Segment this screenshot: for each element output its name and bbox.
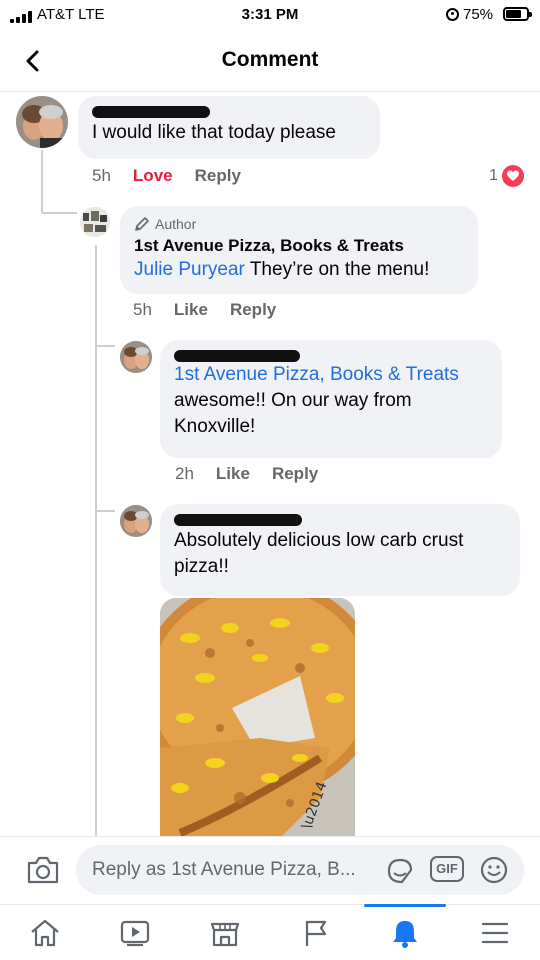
mention-link[interactable]: 1st Avenue Pizza, Books & Treats [174, 364, 459, 385]
thread-line [41, 150, 43, 212]
redacted-author-name [174, 514, 506, 528]
comment-text: Absolutely delicious low carb crust pizz… [174, 530, 464, 577]
sticker-icon[interactable] [385, 857, 415, 885]
comment-text: They’re on the menu! [244, 259, 430, 280]
battery-percent: 75% [463, 6, 494, 23]
comment-bubble[interactable]: 1st Avenue Pizza, Books & Treats awesome… [160, 340, 502, 458]
bottom-nav [0, 904, 540, 960]
comment-actions: 5h Like Reply [133, 300, 276, 320]
nav-marketplace[interactable] [180, 905, 270, 960]
nav-pages[interactable] [270, 905, 360, 960]
pages-flag-icon [305, 920, 327, 946]
thread-line [95, 510, 115, 512]
like-button[interactable]: Like [174, 300, 208, 320]
gif-icon[interactable]: GIF [430, 856, 464, 882]
avatar[interactable] [120, 505, 152, 537]
page-avatar[interactable] [80, 207, 110, 237]
reply-button[interactable]: Reply [230, 300, 276, 320]
emoji-icon[interactable] [479, 855, 509, 885]
thread-line [95, 245, 97, 845]
battery-icon [503, 7, 532, 21]
pizza-photo[interactable]: \u2014 [160, 598, 355, 838]
comment-time: 5h [92, 166, 111, 185]
marketplace-icon [210, 922, 240, 947]
nav-notifications[interactable] [360, 904, 450, 960]
camera-icon[interactable] [26, 855, 60, 885]
notifications-bell-icon [393, 921, 417, 948]
love-reaction-button[interactable]: Love [133, 166, 173, 186]
avatar[interactable] [16, 96, 68, 148]
clock: 3:31 PM [241, 6, 299, 23]
comment-text: I would like that today please [92, 122, 336, 143]
thread-line [95, 345, 115, 347]
thread-line [41, 212, 77, 214]
nav-watch[interactable] [90, 905, 180, 960]
author-badge: Author [134, 215, 464, 233]
nav-menu[interactable] [450, 905, 540, 960]
comment-actions: 2h Like Reply [175, 464, 318, 484]
heart-icon [502, 165, 524, 187]
header: Comment [0, 30, 540, 92]
reaction-count[interactable]: 1 [489, 165, 524, 187]
like-button[interactable]: Like [216, 464, 250, 484]
comment-author[interactable]: 1st Avenue Pizza, Books & Treats [134, 235, 464, 257]
reply-bar: GIF [0, 836, 540, 904]
comment-bubble[interactable]: Absolutely delicious low carb crust pizz… [160, 504, 520, 596]
nav-home[interactable] [0, 905, 90, 960]
status-bar: AT&T LTE 3:31 PM 75% [0, 0, 540, 30]
reply-button[interactable]: Reply [272, 464, 318, 484]
comment-text: awesome!! On our way from Knoxville! [174, 390, 412, 437]
reply-button[interactable]: Reply [195, 166, 241, 186]
home-icon [31, 919, 59, 947]
rotation-lock-icon [446, 8, 459, 21]
comment-time: 2h [175, 464, 194, 483]
mention-link[interactable]: Julie Puryear [134, 259, 245, 280]
comment-bubble[interactable]: Author 1st Avenue Pizza, Books & Treats … [120, 206, 478, 294]
redacted-author-name [174, 350, 488, 362]
menu-icon [481, 922, 509, 944]
comment-bubble[interactable]: I would like that today please [78, 96, 380, 159]
redacted-author-name [92, 106, 366, 120]
comment-time: 5h [133, 300, 152, 319]
pencil-icon [135, 217, 149, 231]
avatar[interactable] [120, 341, 152, 373]
page-title: Comment [221, 48, 319, 71]
watch-icon [120, 920, 150, 947]
comment-actions: 5h Love Reply [92, 166, 241, 186]
